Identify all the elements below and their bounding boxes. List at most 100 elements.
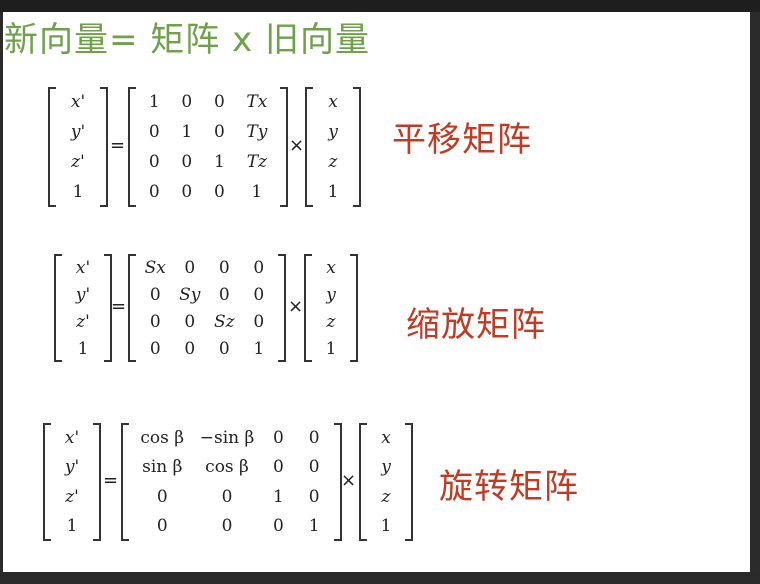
vector-entry: z' — [65, 486, 79, 507]
times-sign: × — [288, 296, 304, 317]
matrix-entry: 0 — [272, 457, 284, 478]
bracket-serif — [123, 423, 129, 425]
matrix-entry: Ty — [246, 122, 268, 142]
matrix-entry: 1 — [251, 182, 263, 202]
bracket-serif — [280, 87, 286, 89]
matrix-entry: 1 — [308, 516, 320, 537]
bracket-serif — [334, 539, 340, 541]
matrix-entry: 0 — [184, 338, 196, 359]
matrix-entry: 0 — [181, 92, 193, 112]
transform-matrix: Sx 0 0 0 0 Sy 0 0 0 0 Sz 0 0 0 0 1 — [128, 254, 286, 362]
times-sign: × — [289, 135, 305, 156]
vector-entry: 1 — [325, 338, 337, 359]
vector-entry: y' — [70, 122, 86, 142]
matrix-entry: cos β — [205, 457, 249, 478]
matrix-entry: 0 — [218, 338, 230, 359]
matrix-entry: sin β — [142, 457, 183, 478]
matrix-entry: Sy — [179, 284, 201, 305]
lhs-vector: x' y' z' 1 — [48, 87, 108, 207]
matrix-entry: 0 — [253, 284, 265, 305]
vector-entry: z' — [71, 152, 85, 172]
matrix-entry: 0 — [272, 427, 284, 448]
matrix-entry: 0 — [148, 152, 160, 172]
matrix-entry: Sx — [144, 257, 166, 278]
vector-entry: y' — [64, 457, 80, 478]
matrix-cells: Sx 0 0 0 0 Sy 0 0 0 0 Sz 0 0 0 0 1 — [138, 254, 276, 362]
rhs-vector: xyz 1 — [359, 423, 413, 541]
matrix-entry: 0 — [156, 516, 168, 537]
matrix-entry: 0 — [213, 182, 225, 202]
matrix-entry: 0 — [218, 257, 230, 278]
matrix-entry: 0 — [221, 516, 233, 537]
matrix-entry: 0 — [184, 257, 196, 278]
matrix-type-label: 缩放矩阵 — [406, 305, 546, 345]
bracket-serif — [123, 539, 129, 541]
vector-entry: x' — [75, 257, 91, 278]
matrix-entry: 0 — [149, 284, 161, 305]
bracket-serif — [130, 87, 136, 89]
matrix-entry: Tx — [246, 92, 268, 112]
vector-entry: 1 — [77, 338, 89, 359]
vector-entry: 1 — [72, 182, 84, 202]
vector-entry: x' — [64, 427, 80, 448]
matrix-entry: 0 — [308, 427, 320, 448]
slide-headline: 新向量= 矩阵 x 旧向量 — [4, 20, 371, 60]
bracket-serif — [278, 360, 284, 362]
vector-entry: z — [328, 152, 338, 172]
rhs-vector: xyz 1 — [304, 254, 358, 362]
lhs-vector-cells: x' y' z' 1 — [45, 423, 99, 541]
matrix-entry: 0 — [253, 311, 265, 332]
matrix-entry: 1 — [181, 122, 193, 142]
bracket-serif — [334, 423, 340, 425]
vector-entry: x — [328, 92, 338, 112]
rhs-vector-cells: xyz 1 — [306, 254, 356, 362]
vector-entry: y — [326, 284, 336, 305]
matrix-entry: 0 — [218, 284, 230, 305]
matrix-entry: 0 — [148, 182, 160, 202]
times-sign: × — [341, 470, 357, 491]
matrix-entry: 0 — [213, 92, 225, 112]
matrix-entry: Tz — [246, 152, 267, 172]
matrix-entry: 1 — [272, 486, 284, 507]
matrix-entry: 0 — [213, 122, 225, 142]
transform-matrix: 1 0 0 Tx 0 1 0 Ty 0 0 1 Tz 0 0 0 1 — [128, 87, 288, 207]
vector-entry: x — [326, 257, 336, 278]
vector-entry: 1 — [66, 516, 78, 537]
window-bottom-bar — [0, 572, 760, 584]
matrix-entry: 0 — [308, 486, 320, 507]
matrix-entry: 0 — [148, 122, 160, 142]
equals-sign: = — [103, 470, 119, 491]
matrix-entry: 1 — [213, 152, 225, 172]
vector-entry: x — [381, 427, 391, 448]
matrix-entry: 0 — [149, 311, 161, 332]
lhs-vector: x' y' z' 1 — [43, 423, 101, 541]
vector-entry: y — [328, 122, 338, 142]
matrix-type-label: 旋转矩阵 — [439, 467, 579, 507]
rhs-vector-cells: xyz 1 — [361, 423, 411, 541]
bracket-serif — [130, 205, 136, 207]
vector-entry: z — [326, 311, 336, 332]
matrix-entry: 0 — [272, 516, 284, 537]
matrix-entry: 1 — [253, 338, 265, 359]
vector-entry: 1 — [380, 516, 392, 537]
matrix-entry: −sin β — [199, 427, 255, 448]
rhs-vector-cells: xyz 1 — [307, 87, 359, 207]
matrix-entry: 0 — [184, 311, 196, 332]
matrix-entry: 0 — [221, 486, 233, 507]
vector-entry: z' — [76, 311, 90, 332]
matrix-entry: 0 — [253, 257, 265, 278]
matrix-entry: 0 — [308, 457, 320, 478]
matrix-type-label: 平移矩阵 — [392, 120, 532, 160]
matrix-entry: Sz — [213, 311, 235, 332]
vector-entry: 1 — [327, 182, 339, 202]
rhs-vector: xyz 1 — [305, 87, 361, 207]
matrix-entry: cos β — [140, 427, 185, 448]
matrix-entry: 0 — [149, 338, 161, 359]
lhs-vector: x' y' z' 1 — [54, 254, 112, 362]
bracket-serif — [130, 254, 136, 256]
lhs-vector-cells: x' y' z' 1 — [56, 254, 110, 362]
matrix-cells: cos β −sin β 0 0 sin β cos β 0 0 0 0 1 0 0 0 0 1 — [131, 423, 332, 541]
matrix-entry: 0 — [181, 152, 193, 172]
matrix-entry: 0 — [181, 182, 193, 202]
matrix-entry: 0 — [156, 486, 168, 507]
